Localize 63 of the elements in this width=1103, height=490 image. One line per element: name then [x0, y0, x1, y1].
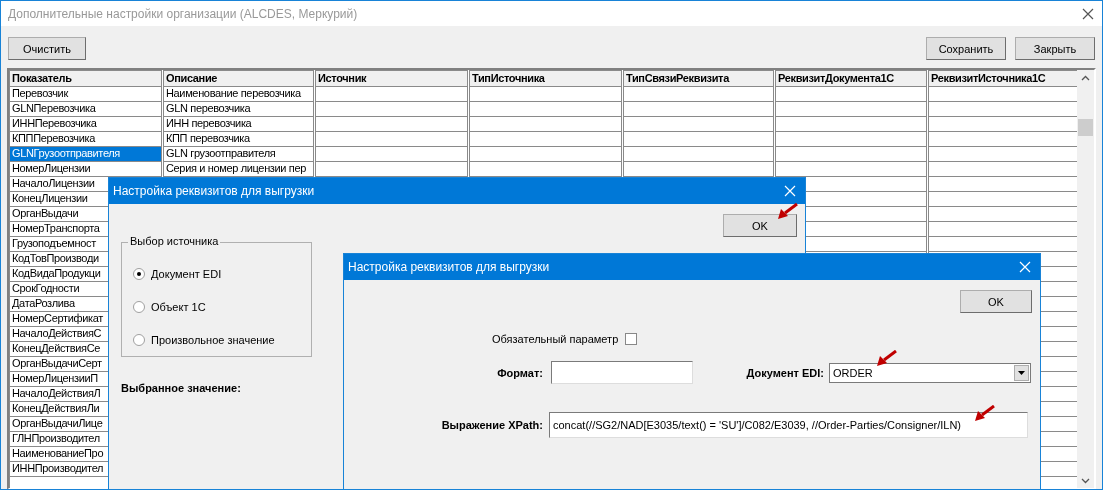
arrow-icon — [974, 405, 995, 422]
radio-button[interactable] — [133, 333, 145, 346]
column-header[interactable]: Описание — [163, 70, 314, 87]
table-cell[interactable] — [315, 147, 468, 162]
format-field[interactable] — [551, 361, 693, 384]
table-cell[interactable] — [315, 87, 468, 102]
field-label: Формат: — [496, 366, 543, 379]
table-cell[interactable] — [315, 102, 468, 117]
dropdown[interactable]: ORDER — [829, 362, 1031, 383]
table-cell[interactable] — [623, 102, 774, 117]
scrollbar-thumb[interactable] — [1078, 119, 1093, 136]
table-cell[interactable] — [469, 102, 622, 117]
table-cell[interactable] — [775, 87, 927, 102]
column-header[interactable]: Источник — [315, 70, 468, 87]
arrow-icon — [876, 350, 897, 367]
xpath-field[interactable]: concat(//SG2/NAD[E3035/text() = 'SU']/C082/E3039, //Order-Parties/Consigner/ILN) — [549, 412, 1028, 438]
scroll-up-icon[interactable] — [1081, 75, 1090, 81]
table-cell[interactable]: Наименование перевозчика — [163, 87, 314, 102]
radio-button[interactable] — [133, 300, 145, 313]
table-cell[interactable]: GLNПеревозчика — [9, 102, 162, 117]
table-cell[interactable]: ИННПеревозчика — [9, 117, 162, 132]
arrow-icon — [777, 203, 798, 220]
column-header[interactable]: ТипСвязиРеквизита — [623, 70, 774, 87]
table-cell[interactable] — [315, 132, 468, 147]
checkbox-label: Обязательный параметр — [492, 333, 619, 345]
table-cell[interactable] — [469, 87, 622, 102]
table-cell[interactable] — [775, 147, 927, 162]
table-cell[interactable] — [469, 132, 622, 147]
table-cell[interactable] — [775, 132, 927, 147]
field-label: Выражение XPath: — [440, 419, 543, 431]
radio-button[interactable] — [133, 267, 145, 280]
field-label: Документ EDI: — [745, 366, 824, 379]
table-cell[interactable]: Перевозчик — [9, 87, 162, 102]
table-cell[interactable]: GLNГрузоотправителя — [9, 147, 162, 162]
table-cell[interactable] — [623, 132, 774, 147]
table-cell[interactable] — [775, 102, 927, 117]
column-header[interactable]: ТипИсточника — [469, 70, 622, 87]
dialog-title: Настройка реквизитов для выгрузки — [348, 260, 550, 274]
table-cell[interactable] — [623, 117, 774, 132]
table-cell[interactable]: GLN грузоотправителя — [163, 147, 314, 162]
column-header[interactable]: РеквизитИсточника1С — [928, 70, 1077, 87]
table-cell[interactable] — [623, 87, 774, 102]
clear-button[interactable]: Очистить — [8, 37, 86, 60]
table-cell[interactable] — [469, 117, 622, 132]
table-cell[interactable] — [315, 117, 468, 132]
table-cell[interactable] — [469, 147, 622, 162]
table-cell[interactable] — [623, 147, 774, 162]
dropdown-arrow-icon[interactable] — [1018, 370, 1025, 375]
table-cell[interactable]: ИНН перевозчика — [163, 117, 314, 132]
column-header[interactable]: Показатель — [9, 70, 162, 87]
close-icon[interactable] — [1082, 7, 1094, 20]
ok-button[interactable]: OK — [960, 290, 1032, 313]
table-cell[interactable]: GLN перевозчика — [163, 102, 314, 117]
ok-button[interactable]: OK — [723, 214, 797, 237]
window-title: Дополнительные настройки организации (ALCDES, Меркурий) — [8, 6, 358, 21]
group-title: Выбор источника — [128, 235, 221, 247]
table-cell[interactable] — [775, 117, 927, 132]
close-button[interactable]: Закрыть — [1015, 37, 1095, 60]
column-header[interactable]: РеквизитДокумента1С — [775, 70, 927, 87]
save-button[interactable]: Сохранить — [926, 37, 1006, 60]
table-cell[interactable]: КПП перевозчика — [163, 132, 314, 147]
checkbox[interactable] — [625, 333, 638, 345]
scroll-down-icon[interactable] — [1081, 478, 1090, 484]
